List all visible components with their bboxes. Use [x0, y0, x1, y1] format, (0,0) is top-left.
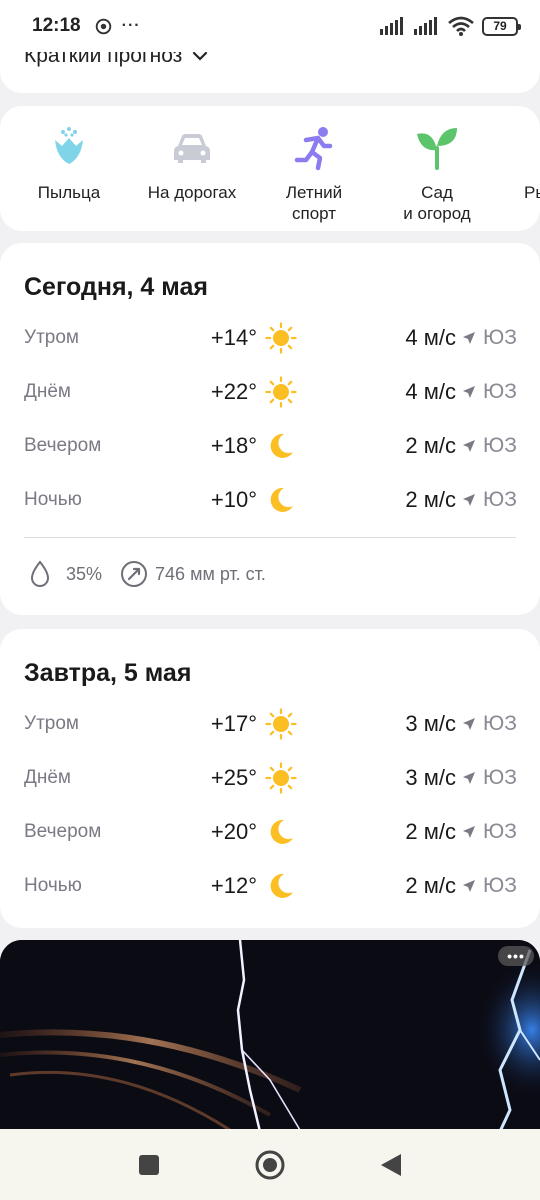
lightning-photo — [0, 940, 540, 1140]
news-photo-card[interactable]: ••• — [0, 940, 540, 1140]
wind-direction: ЮЗ — [483, 434, 517, 457]
day-part: Днём — [24, 381, 71, 402]
fish-icon — [500, 124, 540, 172]
wind-speed: 3 м/с — [405, 765, 456, 790]
day-part: Утром — [24, 327, 79, 348]
battery-level: 79 — [493, 19, 507, 33]
day-title: Сегодня, 4 мая — [24, 273, 208, 301]
wind-direction: ЮЗ — [483, 820, 517, 843]
wind-direction-icon — [463, 718, 475, 730]
pressure-value: 746 мм рт. ст. — [155, 563, 266, 584]
forecast-row: Днём +22° 4 м/с ЮЗ — [0, 372, 540, 412]
wind-speed: 2 м/с — [405, 433, 456, 458]
wind-direction-icon — [463, 826, 475, 838]
category-label: Пыльца — [37, 183, 101, 202]
wind-speed: 4 м/с — [405, 379, 456, 404]
system-nav-bar — [0, 1129, 540, 1200]
battery-indicator: 79 — [482, 16, 521, 36]
temperature: +17° — [210, 711, 257, 736]
flower-icon — [55, 127, 83, 164]
signal-icon — [380, 17, 403, 35]
car-icon — [174, 134, 210, 163]
wind-speed: 2 м/с — [405, 873, 456, 898]
wind-direction-icon — [463, 440, 475, 452]
wind-speed: 3 м/с — [405, 711, 456, 736]
sun-icon — [265, 322, 297, 354]
sun-icon — [265, 708, 297, 740]
wind-speed: 4 м/с — [405, 325, 456, 350]
category-label: Летний спорт — [285, 183, 343, 223]
category-label: Сад и огород — [403, 183, 471, 223]
category-pollen[interactable]: Пыльца — [9, 124, 129, 203]
wind-direction: ЮЗ — [483, 712, 517, 735]
humidity-value: 35% — [66, 563, 103, 584]
wind-direction-icon — [463, 772, 475, 784]
home-circle-icon[interactable] — [254, 1149, 286, 1181]
more-options-button[interactable]: ••• — [498, 946, 534, 966]
chrome-icon — [95, 18, 111, 34]
extra-conditions: 35% 746 мм рт. ст. — [28, 560, 266, 588]
forecast-row: Днём +25° 3 м/с ЮЗ — [0, 758, 540, 798]
category-label: На дорогах — [147, 183, 237, 202]
wind-direction: ЮЗ — [483, 766, 517, 789]
temperature: +18° — [210, 433, 257, 458]
wind-direction-icon — [463, 332, 475, 344]
divider — [24, 537, 516, 538]
temperature: +10° — [210, 487, 257, 512]
forecast-row: Вечером +20° 2 м/с ЮЗ — [0, 812, 540, 852]
temperature: +20° — [210, 819, 257, 844]
temperature: +22° — [210, 379, 257, 404]
categories-card: Пыльца На дорогах Летний спорт Сад и огоро… — [0, 106, 540, 231]
temperature: +12° — [210, 873, 257, 898]
moon-icon — [270, 487, 293, 512]
day-part: Вечером — [24, 435, 102, 456]
recents-square-icon[interactable] — [137, 1153, 161, 1177]
moon-icon — [270, 433, 293, 458]
day-card-today: Сегодня, 4 мая Утром +14° 4 м/с ЮЗ Днём … — [0, 243, 540, 615]
day-title: Завтра, 5 мая — [24, 659, 192, 687]
forecast-row: Вечером +18° 2 м/с ЮЗ — [0, 426, 540, 466]
back-triangle-icon[interactable] — [379, 1152, 403, 1178]
wind-direction: ЮЗ — [483, 874, 517, 897]
runner-icon — [294, 127, 333, 171]
category-summer-sport[interactable]: Летний спорт — [254, 124, 374, 224]
sprout-icon — [417, 128, 457, 170]
chevron-down-icon — [193, 51, 208, 61]
category-fishing[interactable]: Ры — [500, 124, 540, 203]
wind-speed: 2 м/с — [405, 487, 456, 512]
wind-direction-icon — [463, 494, 475, 506]
temperature: +25° — [210, 765, 257, 790]
category-garden[interactable]: Сад и огород — [377, 124, 497, 224]
category-label: Ры — [524, 183, 540, 202]
day-part: Ночью — [24, 489, 82, 510]
pressure-gauge-icon — [121, 561, 148, 587]
wind-direction-icon — [463, 880, 475, 892]
forecast-row: Утром +14° 4 м/с ЮЗ — [0, 318, 540, 358]
status-more-dots: ··· — [121, 17, 141, 34]
category-roads[interactable]: На дорогах — [132, 124, 252, 203]
wind-direction: ЮЗ — [483, 488, 517, 511]
wind-direction: ЮЗ — [483, 380, 517, 403]
day-part: Утром — [24, 713, 79, 734]
status-time: 12:18 — [32, 15, 81, 36]
status-bar: 12:18 ··· 79 — [0, 0, 540, 52]
wind-speed: 2 м/с — [405, 819, 456, 844]
wind-direction: ЮЗ — [483, 326, 517, 349]
sun-icon — [265, 376, 297, 408]
wifi-icon — [448, 16, 474, 36]
wind-direction-icon — [463, 386, 475, 398]
signal-icon-2 — [414, 17, 437, 35]
moon-icon — [270, 873, 293, 898]
temperature: +14° — [210, 325, 257, 350]
forecast-row: Утром +17° 3 м/с ЮЗ — [0, 704, 540, 744]
moon-icon — [270, 819, 293, 844]
humidity-drop-icon — [30, 560, 50, 587]
day-part: Ночью — [24, 875, 82, 896]
forecast-row: Ночью +12° 2 м/с ЮЗ — [0, 866, 540, 906]
day-card-tomorrow: Завтра, 5 мая Утром +17° 3 м/с ЮЗ Днём +… — [0, 629, 540, 928]
forecast-row: Ночью +10° 2 м/с ЮЗ — [0, 480, 540, 520]
day-part: Вечером — [24, 821, 102, 842]
sun-icon — [265, 762, 297, 794]
day-part: Днём — [24, 767, 71, 788]
